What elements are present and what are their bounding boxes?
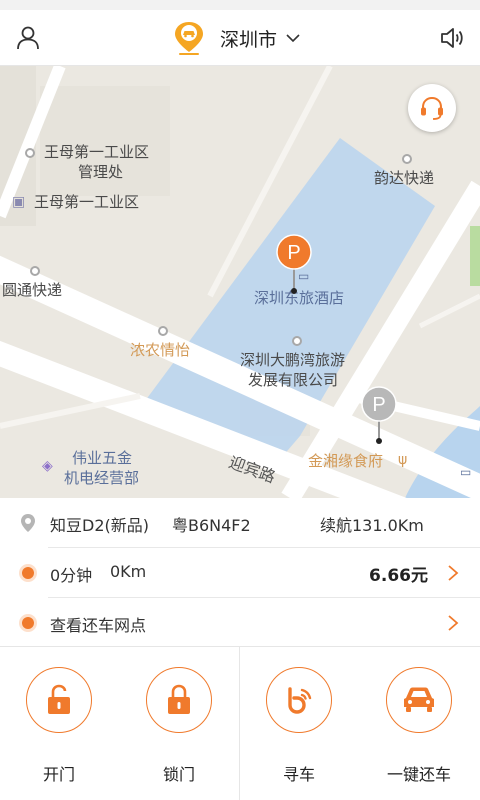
map-label-company[interactable]: 深圳大鹏湾旅游 xyxy=(240,350,345,370)
location-pin-icon xyxy=(18,513,38,533)
open-door-label: 开门 xyxy=(42,765,75,784)
user-icon[interactable] xyxy=(14,24,42,52)
map-base xyxy=(0,66,480,498)
map-label-hardware[interactable]: 伟业五金 xyxy=(72,448,132,468)
bed-icon: ▭ xyxy=(460,465,472,479)
return-points-label: 查看还车网点 xyxy=(50,616,147,635)
car-icon xyxy=(404,687,434,712)
return-car-circle[interactable] xyxy=(386,667,452,733)
car-model: 知豆D2(新品) xyxy=(50,516,149,535)
map-label-industrial-zone[interactable]: 王母第一工业区 xyxy=(34,192,139,212)
car-info-row: 知豆D2(新品) 粤B6N4F2 续航131.0Km xyxy=(0,498,480,548)
headset-icon xyxy=(421,96,443,120)
unlock-icon xyxy=(48,684,70,714)
map-label-nongnong[interactable]: 浓农情怡 xyxy=(130,340,190,360)
return-car-button[interactable]: 一键还车 xyxy=(369,667,469,785)
map-label-restaurant[interactable]: 金湘缘食府 xyxy=(308,451,383,471)
open-door-circle[interactable] xyxy=(26,667,92,733)
shop-icon: ◈ xyxy=(42,458,53,474)
map-label-industrial-mgmt-2[interactable]: 管理处 xyxy=(78,162,123,182)
poi-dot xyxy=(292,336,302,346)
customer-service-button[interactable] xyxy=(408,84,456,132)
chevron-down-icon xyxy=(286,34,300,43)
car-plate: 粤B6N4F2 xyxy=(172,516,251,535)
return-points-row[interactable]: 查看还车网点 xyxy=(0,598,480,648)
lock-door-button[interactable]: 锁门 xyxy=(129,667,229,785)
poi-dot xyxy=(158,326,168,336)
lock-door-label: 锁门 xyxy=(162,765,195,784)
map-view[interactable]: 王母第一工业区 管理处 ▣ 王母第一工业区 韵达快递 圆通快递 ▭ 深圳东旅酒店… xyxy=(0,66,480,498)
open-door-button[interactable]: 开门 xyxy=(9,667,109,785)
trip-fee: 6.66元 xyxy=(369,566,428,586)
map-label-yuantong[interactable]: 圆通快递 xyxy=(2,280,62,300)
building-icon: ▣ xyxy=(12,194,26,210)
horn-signal-icon xyxy=(288,687,312,714)
pin-label: P xyxy=(372,394,385,416)
pin-label: P xyxy=(287,242,300,264)
find-car-button[interactable]: 寻车 xyxy=(249,667,349,785)
car-location-logo xyxy=(175,22,203,55)
status-bar xyxy=(0,0,480,10)
city-selector[interactable]: 深圳市 xyxy=(170,18,301,58)
top-bar: 深圳市 xyxy=(0,10,480,66)
speaker-icon[interactable] xyxy=(438,24,466,52)
status-dot-icon xyxy=(18,613,38,633)
lock-icon xyxy=(168,684,190,714)
map-label-hardware-2[interactable]: 机电经营部 xyxy=(64,468,139,488)
city-name: 深圳市 xyxy=(220,28,278,51)
map-label-yunda[interactable]: 韵达快递 xyxy=(374,168,434,188)
map-label-company-2[interactable]: 发展有限公司 xyxy=(248,370,338,390)
poi-dot xyxy=(25,148,35,158)
chevron-right-icon xyxy=(448,615,459,631)
find-car-circle[interactable] xyxy=(266,667,332,733)
find-car-label: 寻车 xyxy=(282,765,315,784)
return-car-label: 一键还车 xyxy=(386,765,451,784)
parking-pin-inactive[interactable]: P xyxy=(361,386,397,446)
car-range: 续航131.0Km xyxy=(320,516,424,535)
divider xyxy=(239,647,240,800)
poi-dot xyxy=(402,154,412,164)
trip-cost-row[interactable]: 0分钟 0Km 6.66元 xyxy=(0,548,480,598)
lock-door-circle[interactable] xyxy=(146,667,212,733)
restaurant-icon: ψ xyxy=(398,452,408,468)
map-label-industrial-mgmt[interactable]: 王母第一工业区 xyxy=(44,142,149,162)
action-bar: 开门 锁门 寻车 一键还车 xyxy=(0,646,480,800)
chevron-right-icon xyxy=(448,565,459,581)
poi-dot xyxy=(30,266,40,276)
trip-duration: 0分钟 xyxy=(50,566,93,585)
status-dot-icon xyxy=(18,563,38,583)
parking-pin-active[interactable]: P xyxy=(276,234,312,294)
trip-distance: 0Km xyxy=(110,562,147,581)
